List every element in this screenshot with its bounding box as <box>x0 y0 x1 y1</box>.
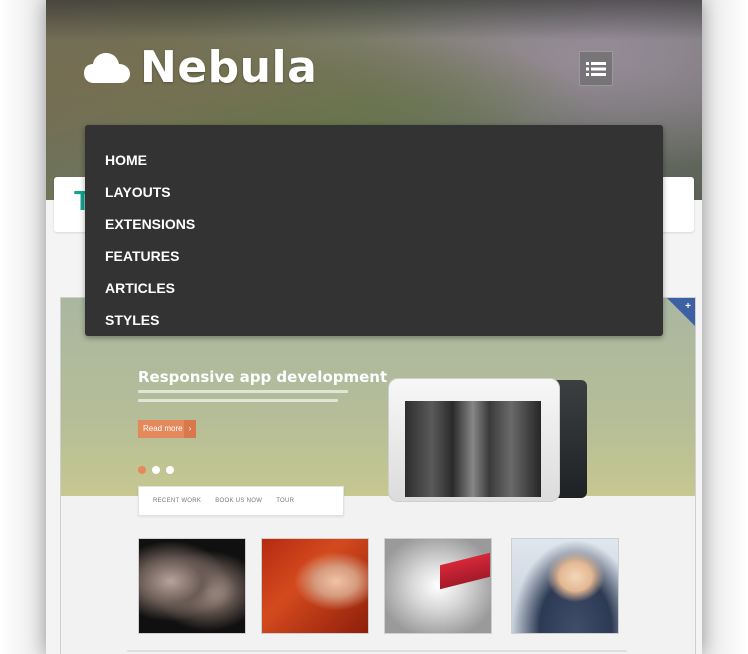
cloud-icon <box>84 52 130 83</box>
list-icon <box>586 61 606 76</box>
slider-dot[interactable] <box>152 466 160 474</box>
site-logo-text: Nebula <box>140 42 318 93</box>
preview-read-more-label: Read more <box>143 424 183 433</box>
page-background-left <box>0 0 46 654</box>
preview-read-more-button[interactable]: Read more › <box>138 420 196 438</box>
preview-text-line <box>138 390 348 393</box>
page-background-right <box>702 0 748 654</box>
site-logo[interactable]: Nebula <box>84 42 317 93</box>
preview-thumbnail-businesswoman <box>511 538 619 634</box>
preview-thumbnail-faces <box>138 538 246 634</box>
preview-tab-recent-work: RECENT WORK <box>153 498 202 504</box>
menu-toggle-button[interactable] <box>579 51 613 86</box>
preview-tabs: RECENT WORK BOOK US NOW TOUR <box>138 486 344 516</box>
template-preview-image[interactable]: + Responsive app development Read more ›… <box>60 297 696 654</box>
chevron-right-icon: › <box>184 420 196 438</box>
preview-slider-dots <box>138 466 180 474</box>
nav-item-extensions[interactable]: EXTENSIONS <box>105 215 663 247</box>
slider-dot[interactable] <box>166 466 174 474</box>
nav-item-styles[interactable]: STYLES <box>105 311 663 343</box>
plus-icon: + <box>685 301 691 312</box>
preview-divider <box>127 650 627 652</box>
preview-tab-tour: TOUR <box>276 498 295 504</box>
nav-item-layouts[interactable]: LAYOUTS <box>105 183 663 215</box>
preview-headline: Responsive app development <box>138 368 388 386</box>
preview-tablet-image <box>388 378 560 502</box>
preview-thumbnail-red-hair <box>261 538 369 634</box>
header-hero-fade <box>46 0 702 40</box>
preview-tab-book-us-now: BOOK US NOW <box>215 498 263 504</box>
nav-item-home[interactable]: HOME <box>105 151 663 183</box>
slider-dot[interactable] <box>138 466 146 474</box>
preview-thumbnail-station <box>384 538 492 634</box>
main-nav-dropdown: HOME LAYOUTS EXTENSIONS FEATURES ARTICLE… <box>85 125 663 336</box>
nav-item-articles[interactable]: ARTICLES <box>105 279 663 311</box>
preview-text-line <box>138 399 338 402</box>
site-frame: Nebula T HOME LAYOUTS EXTENSIONS FEATURE… <box>46 0 702 654</box>
preview-tablet-screen <box>405 401 541 497</box>
nav-item-features[interactable]: FEATURES <box>105 247 663 279</box>
